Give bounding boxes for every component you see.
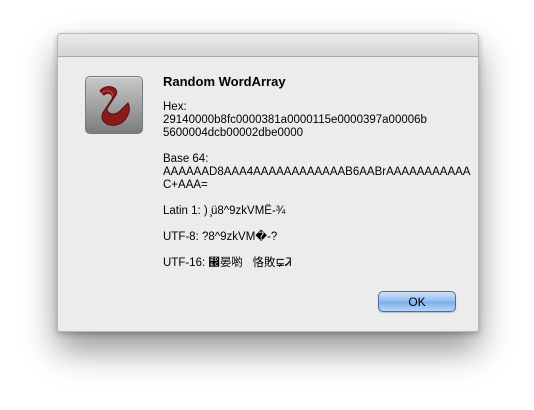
base64-value: AAAAAAD8AAA4AAAAAAAAAAAAB6AABrAAAAAAAAAA… (163, 166, 471, 191)
script-scroll-glyph (99, 86, 130, 126)
latin1-line: Latin 1: ) ̧ü8^9zkVMË-¾ (163, 205, 286, 217)
dialog-title: Random WordArray (163, 74, 286, 89)
ok-button[interactable]: OK (378, 291, 456, 312)
dialog-titlebar[interactable] (58, 34, 478, 57)
script-scroll-icon (85, 76, 143, 134)
base64-label: Base 64: (163, 153, 209, 165)
random-wordarray-dialog: Random WordArray Hex: 29140000b8fc000038… (57, 33, 479, 332)
dialog-content: Random WordArray Hex: 29140000b8fc000038… (163, 74, 470, 283)
utf16-line: UTF-16: ⵬晏喲 恪敗‌⋤‌Ꮨ (163, 257, 292, 269)
screen-backdrop: Random WordArray Hex: 29140000b8fc000038… (0, 0, 534, 410)
hex-value: 29140000b8fc0000381a0000115e0000397a0000… (163, 114, 427, 139)
hex-section: Hex: 29140000b8fc0000381a0000115e0000397… (163, 101, 463, 140)
utf8-line: UTF-8: ?8^9zkVM�-? (163, 231, 278, 243)
base64-section: Base 64: AAAAAAD8AAA4AAAAAAAAAAAAB6AABrA… (163, 153, 470, 192)
hex-label: Hex: (163, 101, 187, 113)
